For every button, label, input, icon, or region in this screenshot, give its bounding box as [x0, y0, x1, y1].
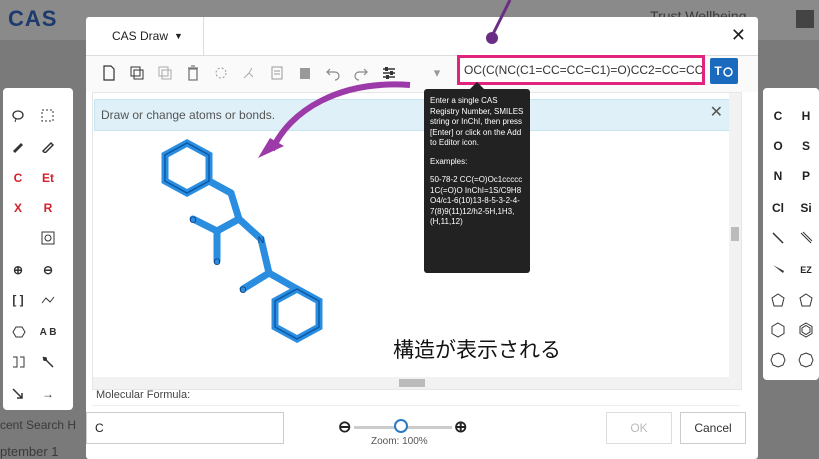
redo-icon[interactable]	[352, 64, 370, 82]
cas-logo: CAS	[8, 6, 58, 31]
zoom-in-icon[interactable]: ⊕	[454, 417, 467, 437]
right-atom-palette: C H O S N P Cl Si EZ	[763, 88, 819, 380]
charge-plus-icon[interactable]: ⊕	[7, 260, 29, 280]
add-to-editor-button[interactable]: T	[710, 58, 738, 84]
atom-cl-button[interactable]: Cl	[767, 198, 789, 218]
atom-o-button[interactable]: O	[767, 136, 789, 156]
r-group-button[interactable]: R	[37, 198, 59, 218]
atom-o2: O	[213, 257, 220, 267]
cancel-button[interactable]: Cancel	[680, 412, 746, 444]
charge-minus-icon[interactable]: ⊖	[37, 260, 59, 280]
dialog-title: CAS Draw	[112, 29, 169, 43]
heptagon-ring-icon[interactable]	[767, 350, 789, 370]
atom-h-button[interactable]: H	[795, 106, 817, 126]
undo-icon[interactable]	[324, 64, 342, 82]
new-document-icon[interactable]	[100, 64, 118, 82]
copy-image-icon[interactable]	[268, 64, 286, 82]
ethyl-button[interactable]: Et	[37, 168, 59, 188]
vertical-scrollbar[interactable]	[729, 93, 741, 389]
eraser-icon[interactable]	[37, 136, 59, 156]
select-all-icon[interactable]	[212, 64, 230, 82]
atom-mapping-button[interactable]: A B	[37, 322, 59, 342]
double-bond-icon[interactable]	[795, 228, 817, 248]
copy-icon[interactable]	[128, 64, 146, 82]
arrow-right-icon[interactable]: →	[37, 384, 59, 404]
atom-n-button[interactable]: N	[767, 166, 789, 186]
ez-stereo-button[interactable]: EZ	[795, 260, 817, 280]
zoom-slider-handle[interactable]	[394, 419, 408, 433]
x-atom-button[interactable]: X	[7, 198, 29, 218]
add-to-editor-label: T	[714, 64, 722, 78]
atom-si-button[interactable]: Si	[795, 198, 817, 218]
recent-search-link: cent Search H	[0, 418, 77, 432]
date-fragment: ptember 1	[0, 444, 59, 459]
pointer-icon	[722, 67, 733, 77]
single-bond-icon[interactable]	[767, 228, 789, 248]
close-icon[interactable]: ✕	[731, 25, 746, 46]
zoom-label: Zoom: 100%	[371, 436, 428, 447]
tooltip-intro: Enter a single CAS Registry Number, SMIL…	[430, 96, 524, 147]
atom-p-button[interactable]: P	[795, 166, 817, 186]
cyclopentene-icon[interactable]	[795, 290, 817, 310]
ring-template-icon[interactable]	[795, 350, 817, 370]
template-icon[interactable]	[37, 228, 59, 248]
carbon-atom-button[interactable]: C	[7, 168, 29, 188]
zoom-out-icon[interactable]: ⊖	[338, 417, 351, 437]
bracket-icon[interactable]: [ ]	[7, 290, 29, 310]
left-tool-palette: C Et X R ⊕ ⊖ [ ] A B →	[3, 88, 73, 410]
drawing-canvas[interactable]: Draw or change atoms or bonds. ✕ O O N O…	[92, 92, 742, 390]
scroll-thumb[interactable]	[731, 227, 739, 241]
arrow-diagonal-icon[interactable]	[7, 384, 29, 404]
clean-icon[interactable]	[240, 64, 258, 82]
bond-attach-icon[interactable]	[37, 352, 59, 372]
clear-icon[interactable]	[296, 64, 314, 82]
dialog-title-bar: CAS Draw ▼ ✕	[86, 17, 758, 56]
pentagon-ring-icon[interactable]	[767, 290, 789, 310]
wedge-bond-icon[interactable]	[767, 260, 789, 280]
atom-n: N	[258, 235, 265, 245]
molecular-formula-label: Molecular Formula:	[92, 389, 740, 406]
select-icon[interactable]	[37, 106, 59, 126]
atom-o3: O	[239, 285, 246, 295]
smiles-tooltip: Enter a single CAS Registry Number, SMIL…	[424, 89, 530, 273]
user-icon	[796, 10, 814, 28]
caption-text: 構造が表示される	[393, 339, 561, 362]
chevron-down-icon: ▼	[174, 31, 183, 41]
lasso-icon[interactable]	[7, 106, 29, 126]
reaction-icon[interactable]	[7, 352, 29, 372]
cas-draw-dialog: CAS Draw ▼ ✕ ▾ OC(C(NC(C1=CC=CC=C1)=O)CC…	[86, 17, 758, 459]
hexagon-ring-icon[interactable]	[767, 320, 789, 340]
benzene-ring-icon[interactable]	[795, 320, 817, 340]
chevron-down-icon[interactable]: ▾	[428, 64, 446, 82]
ring-attach-icon[interactable]	[7, 322, 29, 342]
atom-s-button[interactable]: S	[795, 136, 817, 156]
tooltip-examples-label: Examples:	[430, 156, 468, 166]
settings-icon[interactable]	[380, 64, 398, 82]
smiles-input[interactable]	[464, 63, 702, 77]
scroll-thumb[interactable]	[399, 379, 425, 387]
search-field[interactable]: C	[86, 412, 284, 444]
horizontal-scrollbar[interactable]	[93, 377, 729, 389]
chain-icon[interactable]	[37, 290, 59, 310]
tooltip-examples: 50-78-2 CC(=O)Oc1ccccc1C(=O)O InChI=1S/C…	[430, 175, 523, 226]
delete-icon[interactable]	[184, 64, 202, 82]
atom-c-button[interactable]: C	[767, 106, 789, 126]
pencil-icon[interactable]	[7, 136, 29, 156]
ok-button[interactable]: OK	[606, 412, 672, 444]
tooltip-arrow	[470, 82, 484, 89]
atom-o1: O	[189, 215, 196, 225]
dialog-title-tab[interactable]: CAS Draw ▼	[86, 17, 204, 55]
smiles-input-wrapper	[457, 55, 705, 85]
paste-icon[interactable]	[156, 64, 174, 82]
